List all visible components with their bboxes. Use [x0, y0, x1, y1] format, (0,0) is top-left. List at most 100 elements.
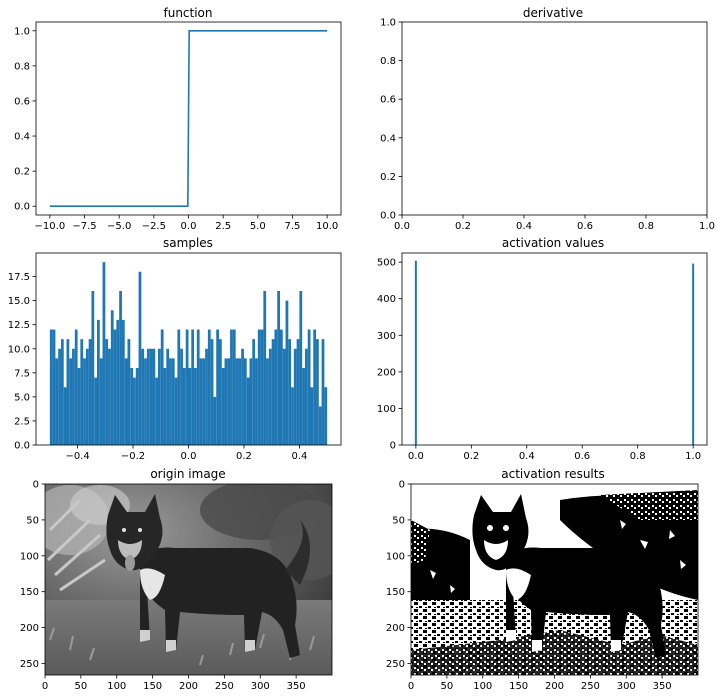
axes-title: origin image — [150, 467, 225, 481]
histogram-bar — [257, 329, 261, 445]
axes-activation-values: activation values 0.0 0.2 0.4 0.6 0.8 1.0 0 10… — [377, 236, 708, 462]
x-tick-label: −5.0 — [107, 221, 131, 232]
histogram-bar — [241, 348, 244, 445]
x-tick-label: 100 — [107, 681, 126, 692]
histogram-bar — [49, 329, 53, 445]
y-tick-label: 0.4 — [14, 132, 30, 143]
y-tick-label: 500 — [377, 258, 396, 269]
x-tick-label: 150 — [509, 681, 528, 692]
histogram-bars — [414, 260, 695, 445]
histogram-bar — [266, 358, 269, 445]
axes-frame — [401, 21, 708, 216]
histogram-bar — [274, 329, 278, 445]
axes-title: derivative — [523, 6, 583, 20]
y-tick-label: 0.6 — [380, 95, 396, 106]
y-tick-label: 12.5 — [8, 320, 30, 331]
histogram-bar — [313, 329, 317, 445]
x-tick-label: −10.0 — [35, 221, 66, 232]
histogram-bar — [149, 348, 153, 445]
x-tick-label: 0.0 — [408, 451, 424, 462]
axes-title: activation values — [502, 236, 604, 250]
histogram-bar — [219, 339, 222, 445]
x-tick-label: 350 — [653, 681, 672, 692]
histogram-bar — [224, 358, 228, 445]
y-tick-label: 50 — [392, 515, 405, 526]
x-tick-label: 0.0 — [394, 221, 410, 232]
histogram-bar — [196, 329, 200, 445]
histogram-bar — [83, 358, 86, 445]
histogram-bar — [63, 387, 67, 445]
figure: function −10.0 −7.5 −5.0 −2.5 0.0 2.5 5.0 7.5 10… — [8, 6, 715, 692]
axes-function: function −10.0 −7.5 −5.0 −2.5 0.0 2.5 5.0 7.5 10… — [14, 6, 342, 232]
y-tick-label: 0 — [33, 480, 39, 491]
x-tick-label: 50 — [441, 681, 454, 692]
histogram-bar — [163, 368, 167, 445]
histogram-bar — [91, 291, 95, 445]
x-tick-label: 200 — [545, 681, 564, 692]
histogram-bar — [127, 339, 131, 445]
histogram-bar — [105, 339, 109, 445]
histogram-bar — [171, 358, 175, 445]
x-tick-label: 0.8 — [630, 451, 646, 462]
histogram-bars — [49, 262, 328, 445]
histogram-bar — [185, 329, 189, 445]
x-tick-label: 0.4 — [516, 221, 532, 232]
histogram-bar — [199, 358, 203, 445]
x-tick-label: 0 — [408, 681, 414, 692]
x-tick-label: 300 — [251, 681, 270, 692]
histogram-bar — [135, 368, 139, 445]
x-tick-label: 1.0 — [699, 221, 715, 232]
histogram-bar — [94, 377, 97, 445]
histogram-bar — [166, 348, 170, 445]
histogram-bar — [110, 310, 114, 445]
y-tick-label: 0.0 — [14, 441, 30, 452]
histogram-bar — [72, 348, 75, 445]
histogram-bar — [299, 291, 303, 445]
histogram-bar — [113, 329, 117, 445]
x-tick-label: 0.0 — [181, 221, 197, 232]
x-tick-label: −7.5 — [72, 221, 96, 232]
dog-photo-binarized — [411, 484, 698, 675]
histogram-bar — [238, 358, 242, 445]
histogram-bar — [414, 260, 417, 445]
y-tick-label: 10.0 — [8, 344, 30, 355]
histogram-bar — [243, 358, 247, 445]
histogram-bar — [207, 329, 211, 445]
histogram-bar — [119, 291, 122, 445]
series-line — [49, 29, 328, 208]
x-tick-label: 0.6 — [577, 221, 593, 232]
histogram-bar — [307, 329, 311, 445]
histogram-bar — [102, 262, 106, 445]
axes-derivative: derivative 0.0 0.2 0.4 0.6 0.8 1.0 0.0 0.2 0.4 0… — [380, 6, 715, 232]
y-tick-label: 400 — [377, 294, 396, 305]
histogram-bar — [116, 319, 120, 445]
y-tick-label: 100 — [386, 551, 405, 562]
histogram-bar — [316, 339, 319, 445]
x-tick-label: 0.8 — [638, 221, 654, 232]
axes-samples: samples −0.4 −0.2 0.0 0.2 0.4 0.0 2.5 5.0 7.5 10… — [8, 236, 342, 462]
histogram-bar — [310, 387, 314, 445]
y-tick-label: 250 — [20, 659, 39, 670]
histogram-bar — [177, 329, 181, 445]
histogram-bar — [271, 339, 275, 445]
histogram-bar — [77, 368, 81, 445]
y-tick-label: 100 — [377, 404, 396, 415]
histogram-bar — [210, 339, 214, 445]
histogram-bar — [291, 387, 294, 445]
y-tick-label: 100 — [20, 551, 39, 562]
histogram-bar — [130, 368, 134, 445]
y-tick-label: 0.8 — [380, 56, 396, 67]
y-tick-label: 150 — [20, 587, 39, 598]
histogram-bar — [230, 329, 233, 445]
x-tick-label: 10.0 — [316, 221, 338, 232]
histogram-bar — [692, 263, 695, 445]
histogram-bar — [158, 348, 161, 445]
y-tick-label: 0.6 — [14, 96, 30, 107]
histogram-bar — [213, 396, 217, 445]
axes-title: function — [163, 6, 212, 20]
y-tick-label: 250 — [386, 659, 405, 670]
y-tick-label: 50 — [26, 515, 39, 526]
axes-frame — [401, 252, 708, 446]
histogram-bar — [260, 329, 264, 445]
x-tick-label: −0.4 — [65, 451, 89, 462]
